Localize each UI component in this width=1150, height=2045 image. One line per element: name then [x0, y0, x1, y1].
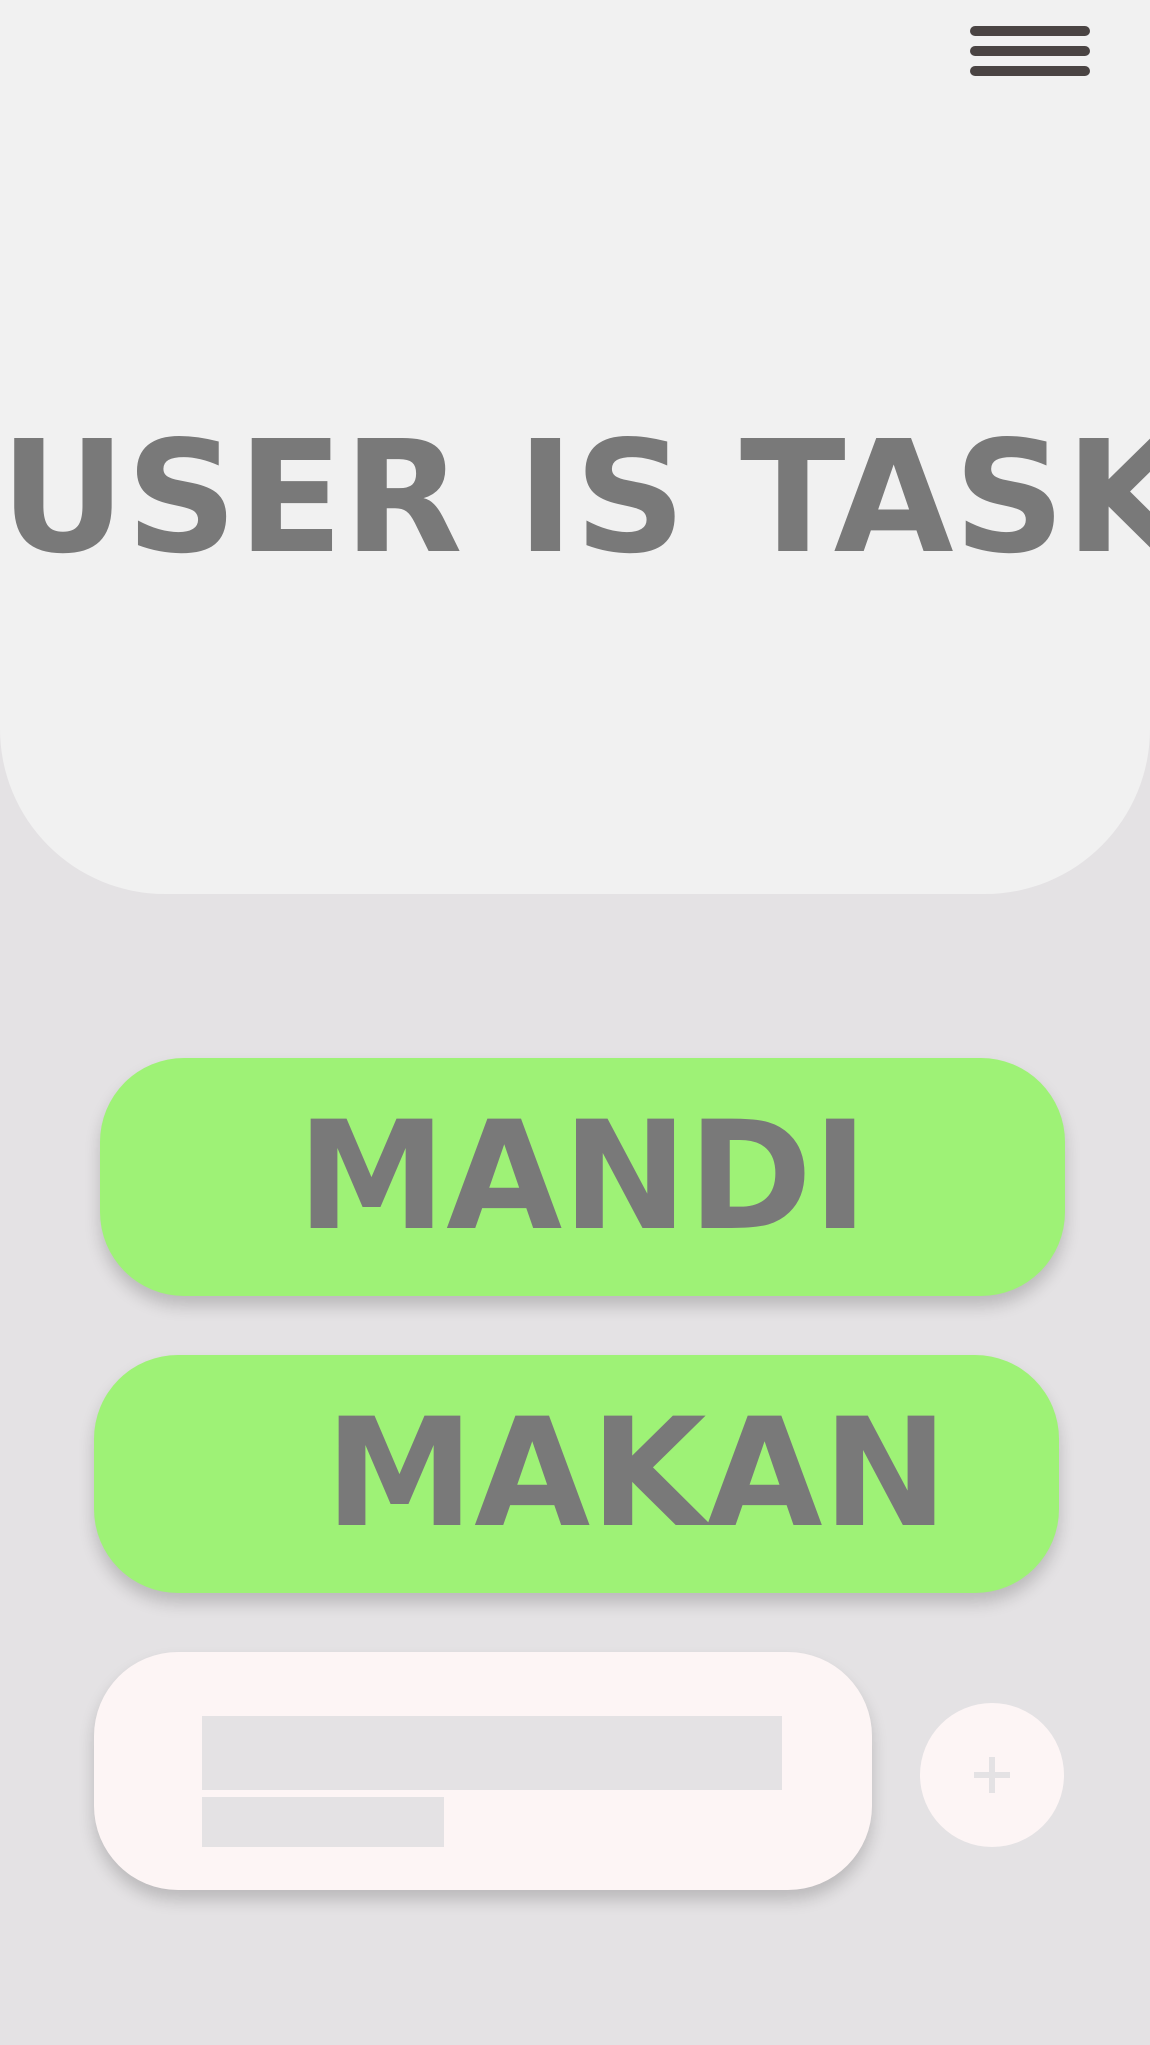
new-task-detail-input[interactable]	[202, 1797, 444, 1847]
hamburger-menu-icon	[970, 26, 1090, 36]
menu-button[interactable]	[966, 24, 1094, 82]
task-card[interactable]: MANDI	[100, 1058, 1065, 1296]
page-title: USER IS TASK	[0, 407, 1150, 588]
hamburger-menu-icon-bar	[970, 46, 1090, 56]
add-task-button[interactable]	[920, 1703, 1064, 1847]
header: USER IS TASK	[0, 0, 1150, 894]
new-task-title-input[interactable]	[202, 1716, 782, 1790]
task-card[interactable]: MAKAN	[94, 1355, 1059, 1593]
new-task-card	[94, 1652, 872, 1890]
task-label: MANDI	[296, 1090, 869, 1264]
hamburger-menu-icon-bar	[970, 66, 1090, 76]
task-label: MAKAN	[324, 1387, 949, 1561]
plus-icon	[920, 1703, 1064, 1847]
